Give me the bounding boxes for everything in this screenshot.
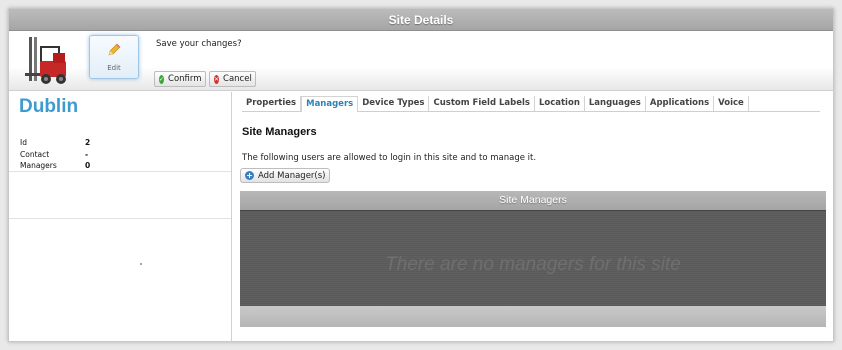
tab-properties[interactable]: Properties <box>242 96 302 111</box>
site-managers-value: 0 <box>85 161 91 170</box>
edit-button[interactable]: Edit <box>89 35 139 79</box>
cancel-button[interactable]: ✕ Cancel <box>209 71 256 87</box>
tab-voice[interactable]: Voice <box>714 96 749 111</box>
confirm-button[interactable]: ✓ Confirm <box>154 71 206 87</box>
site-id-label: Id <box>20 138 27 147</box>
tab-device-types[interactable]: Device Types <box>358 96 430 111</box>
site-name: Dublin <box>19 96 79 117</box>
empty-message: There are no managers for this site <box>385 254 681 275</box>
section-description: The following users are allowed to login… <box>242 153 537 163</box>
site-summary-panel: Dublin Id 2 Contact - Managers 0 <box>9 92 232 342</box>
tab-applications[interactable]: Applications <box>646 96 715 111</box>
grid-title: Site Managers <box>240 191 826 210</box>
grid-body: There are no managers for this site <box>240 210 826 306</box>
x-circle-icon: ✕ <box>214 74 220 84</box>
check-circle-icon: ✓ <box>159 74 165 84</box>
add-manager-label: Add Manager(s) <box>258 170 326 181</box>
tab-custom-field-labels[interactable]: Custom Field Labels <box>429 96 535 111</box>
site-id-row: Id 2 <box>20 138 90 147</box>
forklift-icon <box>25 37 66 84</box>
cancel-label: Cancel <box>223 74 252 84</box>
tab-languages[interactable]: Languages <box>585 96 646 111</box>
site-managers-label: Managers <box>20 161 57 170</box>
tab-location[interactable]: Location <box>535 96 585 111</box>
pencil-icon <box>108 43 121 56</box>
add-manager-button[interactable]: + Add Manager(s) <box>240 168 331 183</box>
toolbar: Edit Save your changes? ✓ Confirm ✕ Canc… <box>9 31 833 91</box>
divider <box>9 218 231 219</box>
plus-circle-icon: + <box>245 171 254 180</box>
tab-bar: Properties Managers Device Types Custom … <box>242 96 820 112</box>
edit-label: Edit <box>107 64 121 72</box>
confirm-label: Confirm <box>168 74 202 84</box>
managers-grid: Site Managers There are no managers for … <box>240 191 826 327</box>
decorative-dot <box>140 263 142 265</box>
site-contact-label: Contact <box>20 150 50 159</box>
site-contact-value: - <box>85 150 89 159</box>
window-title: Site Details <box>9 9 833 31</box>
site-contact-row: Contact - <box>20 150 88 159</box>
section-title: Site Managers <box>242 126 317 138</box>
site-id-value: 2 <box>85 138 91 147</box>
save-prompt: Save your changes? <box>156 39 242 49</box>
tab-managers[interactable]: Managers <box>301 96 359 112</box>
grid-footer <box>240 306 826 327</box>
site-managers-row: Managers 0 <box>20 161 90 170</box>
divider <box>9 171 231 172</box>
site-details-window: Site Details Edit Save your changes? ✓ C… <box>8 8 834 342</box>
